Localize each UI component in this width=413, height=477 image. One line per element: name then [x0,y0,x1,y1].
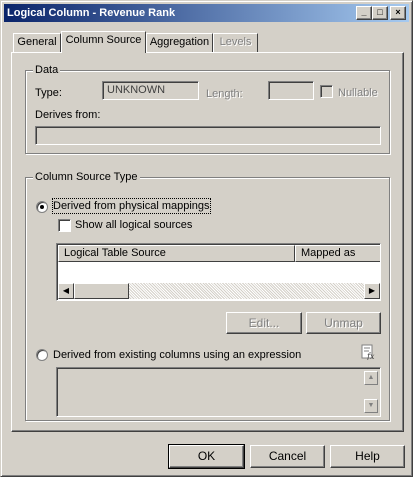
show-all-sources-checkbox[interactable] [58,219,71,232]
expression-builder-button[interactable]: fx [360,344,376,361]
edit-button: Edit... [226,312,302,334]
scroll-right-button[interactable]: ▶ [364,283,380,299]
title-bar[interactable]: Logical Column - Revenue Rank _ □ × [4,4,409,22]
data-group-title: Data [33,63,61,77]
tab-aggregation[interactable]: Aggregation [146,33,213,52]
unmap-button-label: Unmap [324,316,363,330]
cancel-button-label: Cancel [268,449,307,463]
type-label: Type: [35,87,62,99]
tab-panel: Data Type: UNKNOWN Length: Nullable Deri… [11,52,404,432]
show-all-sources-label[interactable]: Show all logical sources [75,218,192,232]
tab-column-source-label: Column Source [65,34,142,46]
ok-button[interactable]: OK [168,444,245,469]
help-button-label: Help [355,449,380,463]
unmap-button: Unmap [306,312,381,334]
radio-selected-dot [40,205,44,209]
expression-builder-icon: fx [361,344,375,361]
scroll-down-button: ▼ [364,399,378,413]
svg-text:fx: fx [366,352,375,360]
logical-sources-table[interactable]: Logical Table Source Mapped as ◀ ▶ [56,243,381,301]
tab-levels-label: Levels [219,36,252,48]
close-button[interactable]: × [390,6,406,20]
tab-aggregation-label: Aggregation [149,36,210,48]
help-button[interactable]: Help [330,445,405,468]
derives-from-label: Derives from: [35,109,101,121]
radio-expression[interactable] [36,349,48,361]
tab-general-label: General [17,36,57,48]
edit-button-label: Edit... [248,316,280,330]
column-source-type-group: Column Source Type Derived from physical… [25,170,390,421]
close-icon: × [395,7,401,17]
minimize-icon: _ [361,7,367,17]
nullable-label: Nullable [338,87,378,99]
radio-physical-mappings-label[interactable]: Derived from physical mappings [52,198,211,214]
length-field [268,81,314,100]
tab-levels: Levels [213,33,258,52]
length-label: Length: [206,88,243,100]
radio-expression-label[interactable]: Derived from existing columns using an e… [53,348,301,362]
expression-textarea: ▲ ▼ [56,367,381,417]
radio-physical-mappings[interactable] [36,201,48,213]
horizontal-scroll-track[interactable] [129,283,364,299]
ok-button-label: OK [197,449,216,463]
scroll-up-button: ▲ [364,371,378,385]
column-source-type-title: Column Source Type [33,170,140,184]
maximize-button[interactable]: □ [372,6,388,20]
derives-from-field [35,126,381,145]
column-header-mapped-as[interactable]: Mapped as [295,245,380,262]
maximize-icon: □ [377,7,383,17]
column-header-logical-table-source[interactable]: Logical Table Source [58,245,295,262]
dialog-window: Logical Column - Revenue Rank _ □ × Gene… [0,0,413,477]
nullable-checkbox [320,85,333,98]
arrow-right-icon: ▶ [368,286,376,295]
arrow-left-icon: ◀ [62,286,70,295]
window-title: Logical Column - Revenue Rank [7,7,176,19]
type-field: UNKNOWN [102,81,199,100]
arrow-up-icon: ▲ [367,374,375,381]
horizontal-scroll-thumb[interactable] [74,283,129,299]
scroll-left-button[interactable]: ◀ [58,283,74,299]
minimize-button[interactable]: _ [356,6,372,20]
cancel-button[interactable]: Cancel [250,445,325,468]
tab-column-source[interactable]: Column Source [61,31,146,53]
tab-general[interactable]: General [13,33,61,52]
arrow-down-icon: ▼ [367,402,375,409]
data-group: Data Type: UNKNOWN Length: Nullable Deri… [25,63,390,154]
